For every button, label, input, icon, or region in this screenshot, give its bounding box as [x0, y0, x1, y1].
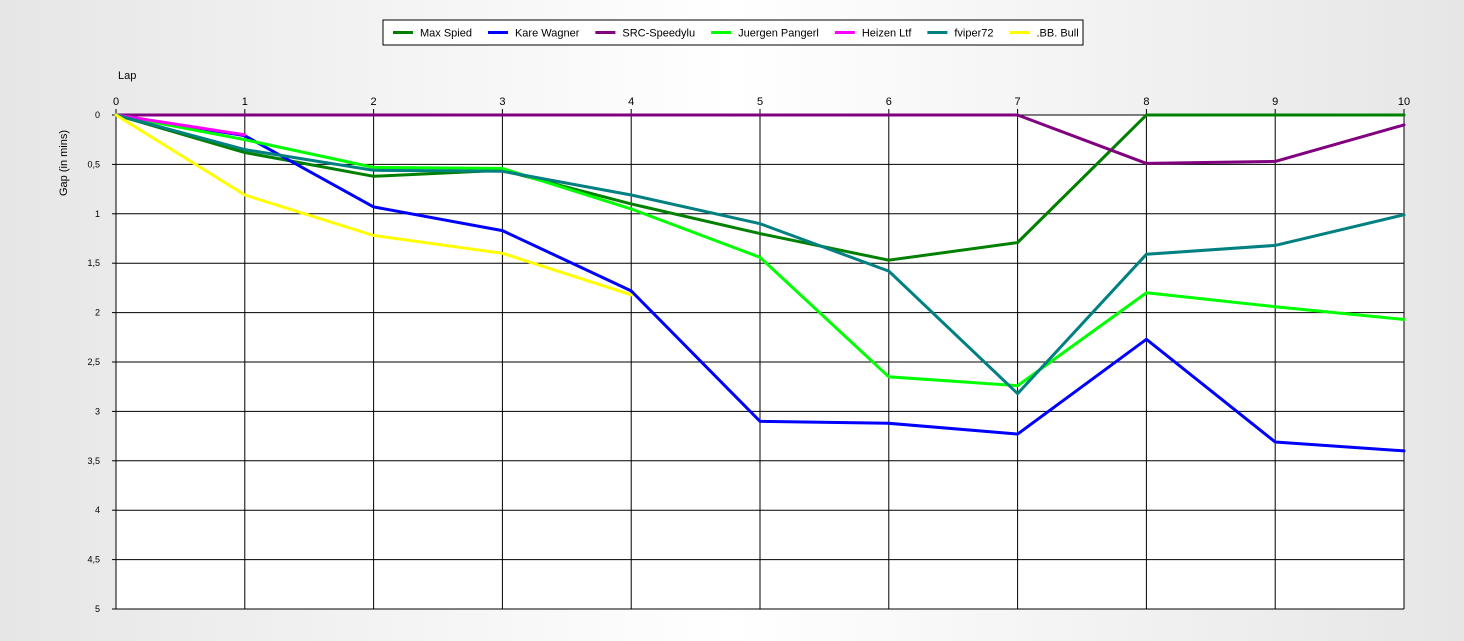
legend: Max Spied Kare Wagner SRC-Speedylu Juergen … — [382, 19, 1084, 46]
y-tick-label: 2,5 — [87, 357, 100, 367]
legend-entry-label: Kare Wagner — [515, 28, 580, 40]
legend-entry-label: Juergen Pangerl — [738, 28, 819, 40]
x-tick-label: 7 — [1015, 96, 1021, 108]
y-tick-label: 0 — [95, 110, 100, 120]
y-tick-label: 4,5 — [87, 555, 100, 565]
x-tick-label: 6 — [886, 96, 892, 108]
legend-entry-label: fviper72 — [954, 28, 993, 40]
x-tick-label: 10 — [1398, 96, 1410, 108]
legend-entry-label: .BB. Bull — [1037, 28, 1079, 40]
x-tick-label: 8 — [1143, 96, 1149, 108]
x-tick-label: 3 — [499, 96, 505, 108]
y-tick-label: 2 — [95, 308, 100, 318]
y-tick-label: 4 — [95, 505, 100, 515]
y-axis-label: Gap (in mins) — [58, 130, 70, 196]
legend-entry-label: Max Spied — [420, 28, 472, 40]
x-tick-label: 0 — [113, 96, 119, 108]
x-tick-label: 4 — [628, 96, 634, 108]
x-tick-label: 9 — [1272, 96, 1278, 108]
x-tick-label: 5 — [757, 96, 763, 108]
chart-svg: 0 1 2 3 4 5 6 7 8 9 10 0 0,5 1 1,5 2 2,5 3 3,5 4 4,5 5 Lap Ga… — [58, 19, 1410, 614]
grid — [112, 109, 1405, 610]
y-tick-label: 1,5 — [87, 258, 100, 268]
y-tick-label: 0,5 — [87, 159, 100, 169]
y-tick-label: 3 — [95, 406, 100, 416]
legend-entry-label: SRC-Speedylu — [622, 28, 695, 40]
x-axis-label: Lap — [118, 70, 136, 82]
x-tick-label: 1 — [242, 96, 248, 108]
x-tick-label: 2 — [371, 96, 377, 108]
y-tick-label: 5 — [95, 604, 100, 614]
y-tick-label: 3,5 — [87, 456, 100, 466]
legend-entry-label: Heizen Ltf — [862, 28, 912, 40]
y-tick-label: 1 — [95, 209, 100, 219]
chart: 0 1 2 3 4 5 6 7 8 9 10 0 0,5 1 1,5 2 2,5 3 3,5 4 4,5 5 Lap Ga… — [0, 0, 1464, 636]
